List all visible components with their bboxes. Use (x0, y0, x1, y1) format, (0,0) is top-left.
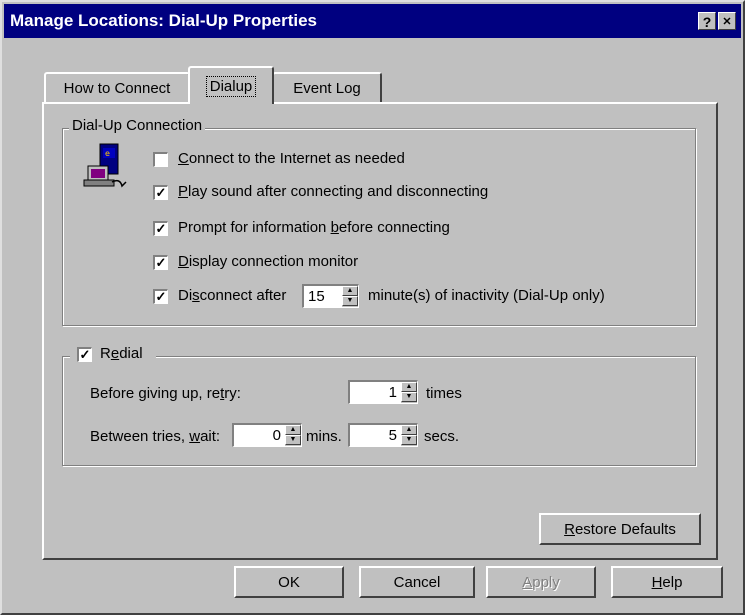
tab-label: Dialup (205, 75, 257, 97)
cancel-button[interactable]: Cancel (359, 566, 475, 598)
play-sound-label[interactable]: Play sound after connecting and disconne… (178, 183, 488, 200)
spin-up-arrow-icon[interactable]: ▲ (401, 425, 417, 435)
spin-up-arrow-icon[interactable]: ▲ (401, 382, 417, 392)
restore-defaults-label: Restore Defaults (564, 520, 676, 538)
spin-up-arrow-icon[interactable]: ▲ (285, 425, 301, 435)
wait-label: Between tries, wait: (90, 428, 221, 445)
mins-unit-label: mins. (306, 428, 342, 445)
retry-unit-label: times (426, 385, 462, 402)
apply-label: Apply (522, 573, 560, 591)
dialup-computer-icon: e (83, 143, 127, 188)
help-button[interactable]: Help (611, 566, 723, 598)
tab-dialup[interactable]: Dialup (188, 66, 274, 104)
help-label: Help (651, 573, 683, 591)
wait-minutes-spinner[interactable]: 0 ▲ ▼ (232, 423, 302, 447)
disconnect-after-label[interactable]: Disconnect after (178, 287, 286, 304)
display-monitor-checkbox[interactable]: ✓ (153, 255, 168, 270)
disconnect-minutes-spinner[interactable]: 15 ▲ ▼ (302, 284, 359, 308)
spin-down-arrow-icon[interactable]: ▼ (285, 435, 301, 445)
window-title: Manage Locations: Dial-Up Properties (10, 11, 317, 30)
play-sound-checkbox[interactable]: ✓ (153, 185, 168, 200)
redial-label[interactable]: Redial (100, 345, 143, 362)
cancel-label: Cancel (393, 573, 441, 591)
dialup-connection-legend: Dial-Up Connection (69, 117, 206, 134)
prompt-info-label[interactable]: Prompt for information before connecting (178, 219, 450, 236)
tab-label: Event Log (293, 79, 361, 97)
tab-event-log[interactable]: Event Log (272, 72, 382, 102)
close-button[interactable]: ✕ (718, 12, 736, 30)
disconnect-minutes-value[interactable]: 15 (308, 288, 325, 306)
spin-down-arrow-icon[interactable]: ▼ (401, 392, 417, 402)
dialog-window: Manage Locations: Dial-Up Properties ? ✕… (0, 0, 745, 615)
retry-label: Before giving up, retry: (90, 385, 241, 402)
spinner-buttons[interactable]: ▲ ▼ (342, 286, 358, 307)
svg-text:e: e (105, 149, 110, 158)
connect-as-needed-checkbox[interactable] (153, 152, 168, 167)
wait-seconds-spinner[interactable]: 5 ▲ ▼ (348, 423, 418, 447)
prompt-info-checkbox[interactable]: ✓ (153, 221, 168, 236)
help-title-button[interactable]: ? (698, 12, 716, 30)
restore-defaults-button[interactable]: Restore Defaults (539, 513, 701, 545)
spinner-buttons[interactable]: ▲ ▼ (401, 425, 417, 446)
spin-down-arrow-icon[interactable]: ▼ (401, 435, 417, 445)
spinner-buttons[interactable]: ▲ ▼ (285, 425, 301, 446)
wait-seconds-value[interactable]: 5 (389, 427, 397, 445)
title-bar[interactable]: Manage Locations: Dial-Up Properties ? ✕ (4, 4, 741, 38)
disconnect-after-checkbox[interactable]: ✓ (153, 289, 168, 304)
ok-button[interactable]: OK (234, 566, 344, 598)
disconnect-suffix-label: minute(s) of inactivity (Dial-Up only) (368, 287, 605, 304)
wait-minutes-value[interactable]: 0 (273, 427, 281, 445)
apply-button[interactable]: Apply (486, 566, 596, 598)
spin-up-arrow-icon[interactable]: ▲ (342, 286, 358, 296)
spinner-buttons[interactable]: ▲ ▼ (401, 382, 417, 403)
secs-unit-label: secs. (424, 428, 460, 445)
spin-down-arrow-icon[interactable]: ▼ (342, 296, 358, 306)
retry-count-spinner[interactable]: 1 ▲ ▼ (348, 380, 418, 404)
redial-group (62, 356, 696, 466)
redial-checkbox[interactable]: ✓ (77, 347, 92, 362)
retry-count-value[interactable]: 1 (389, 384, 397, 402)
ok-label: OK (278, 573, 300, 591)
tab-label: How to Connect (63, 79, 171, 97)
display-monitor-label[interactable]: Display connection monitor (178, 253, 358, 270)
tab-how-to-connect[interactable]: How to Connect (44, 72, 190, 102)
connect-as-needed-label[interactable]: Connect to the Internet as needed (178, 150, 405, 167)
